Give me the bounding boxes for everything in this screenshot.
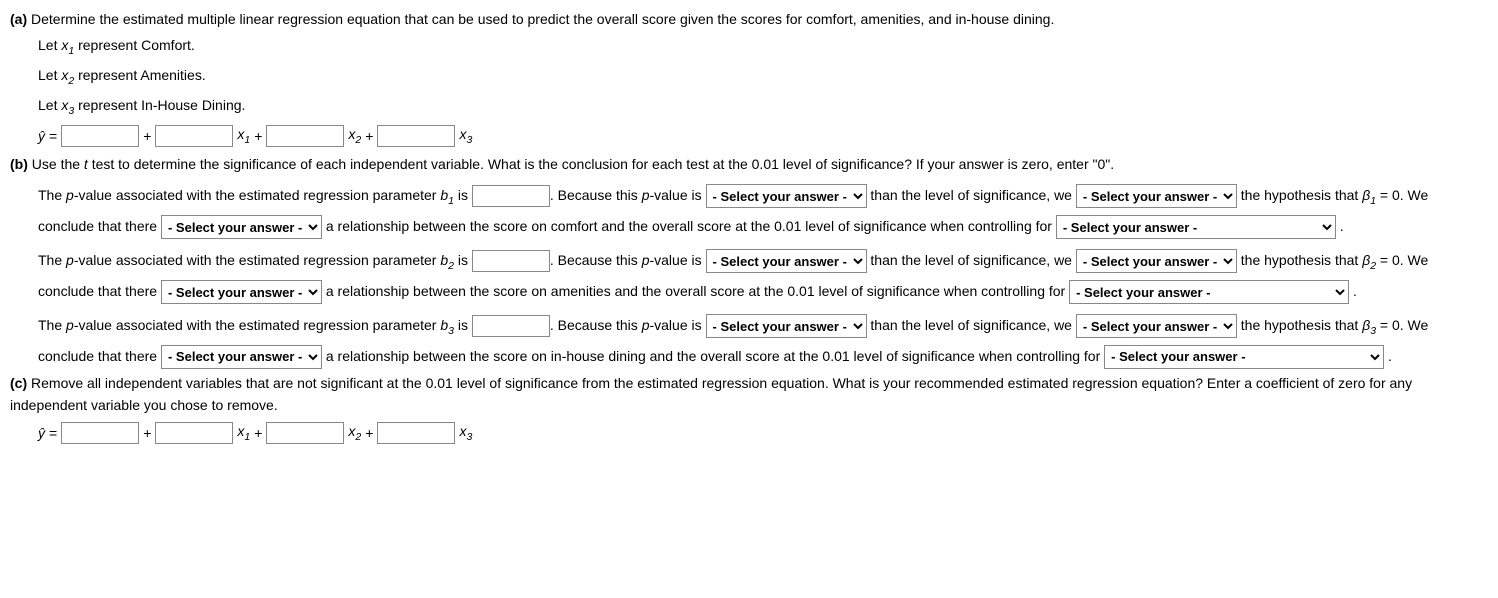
coef-x2-input-c[interactable] <box>266 422 344 444</box>
coef-x1-input-c[interactable] <box>155 422 233 444</box>
coef-x1-input-a[interactable] <box>155 125 233 147</box>
part-a-prompt: Determine the estimated multiple linear … <box>31 11 1054 27</box>
reject-b2-select[interactable]: - Select your answer - <box>1076 249 1237 273</box>
plus: + <box>365 125 373 147</box>
part-b-prompt: Use the t test to determine the signific… <box>32 156 1114 172</box>
b2-symbol: b2 <box>440 252 454 268</box>
yhat-symbol: ŷ <box>38 422 45 444</box>
pvalue-b3-input[interactable] <box>472 315 550 337</box>
x3-symbol: x3 <box>61 97 74 113</box>
b2-paragraph: The p-value associated with the estimate… <box>10 246 1488 305</box>
reject-b1-select[interactable]: - Select your answer - <box>1076 184 1237 208</box>
beta2-symbol: β2 <box>1362 252 1376 268</box>
yhat-symbol: ŷ <box>38 125 45 147</box>
part-c-label: (c) <box>10 375 27 391</box>
part-b-label: (b) <box>10 156 28 172</box>
coef-x2-input-a[interactable] <box>266 125 344 147</box>
pvalue-b2-input[interactable] <box>472 250 550 272</box>
x2-term: x2 <box>348 420 361 446</box>
compare-b1-select[interactable]: - Select your answer - <box>706 184 867 208</box>
let-text-post: represent Comfort. <box>74 37 195 53</box>
equals: = <box>49 422 57 444</box>
coef-x3-input-c[interactable] <box>377 422 455 444</box>
relationship-b1-select[interactable]: - Select your answer - <box>161 215 322 239</box>
equation-a: ŷ = + x1 + x2 + x3 <box>10 123 1488 149</box>
plus: + <box>143 125 151 147</box>
plus: + <box>254 125 262 147</box>
controlling-b1-select[interactable]: - Select your answer - <box>1056 215 1336 239</box>
plus: + <box>365 422 373 444</box>
let-text-post: represent Amenities. <box>74 67 206 83</box>
reject-b3-select[interactable]: - Select your answer - <box>1076 314 1237 338</box>
let-x3: Let x3 represent In-House Dining. <box>10 94 1488 120</box>
intercept-input-c[interactable] <box>61 422 139 444</box>
b1-symbol: b1 <box>440 187 454 203</box>
controlling-b3-select[interactable]: - Select your answer - <box>1104 345 1384 369</box>
equals: = <box>49 125 57 147</box>
x1-symbol: x1 <box>61 37 74 53</box>
part-a: (a) Determine the estimated multiple lin… <box>10 8 1488 30</box>
intercept-input-a[interactable] <box>61 125 139 147</box>
part-c: (c) Remove all independent variables tha… <box>10 372 1488 417</box>
beta3-symbol: β3 <box>1362 317 1376 333</box>
x2-term: x2 <box>348 123 361 149</box>
compare-b2-select[interactable]: - Select your answer - <box>706 249 867 273</box>
b1-paragraph: The p-value associated with the estimate… <box>10 181 1488 240</box>
x3-term: x3 <box>459 420 472 446</box>
b3-paragraph: The p-value associated with the estimate… <box>10 311 1488 370</box>
coef-x3-input-a[interactable] <box>377 125 455 147</box>
part-c-prompt: Remove all independent variables that ar… <box>10 375 1412 413</box>
let-text: Let <box>38 37 61 53</box>
let-x1: Let x1 represent Comfort. <box>10 34 1488 60</box>
part-a-label: (a) <box>10 11 27 27</box>
relationship-b2-select[interactable]: - Select your answer - <box>161 280 322 304</box>
let-text-post: represent In-House Dining. <box>74 97 245 113</box>
x1-term: x1 <box>237 420 250 446</box>
x3-term: x3 <box>459 123 472 149</box>
plus: + <box>143 422 151 444</box>
let-text: Let <box>38 67 61 83</box>
let-x2: Let x2 represent Amenities. <box>10 64 1488 90</box>
part-b: (b) Use the t test to determine the sign… <box>10 153 1488 175</box>
equation-c: ŷ = + x1 + x2 + x3 <box>10 420 1488 446</box>
x2-symbol: x2 <box>61 67 74 83</box>
beta1-symbol: β1 <box>1362 187 1376 203</box>
b3-symbol: b3 <box>440 317 454 333</box>
controlling-b2-select[interactable]: - Select your answer - <box>1069 280 1349 304</box>
compare-b3-select[interactable]: - Select your answer - <box>706 314 867 338</box>
pvalue-b1-input[interactable] <box>472 185 550 207</box>
x1-term: x1 <box>237 123 250 149</box>
let-text: Let <box>38 97 61 113</box>
relationship-b3-select[interactable]: - Select your answer - <box>161 345 322 369</box>
plus: + <box>254 422 262 444</box>
